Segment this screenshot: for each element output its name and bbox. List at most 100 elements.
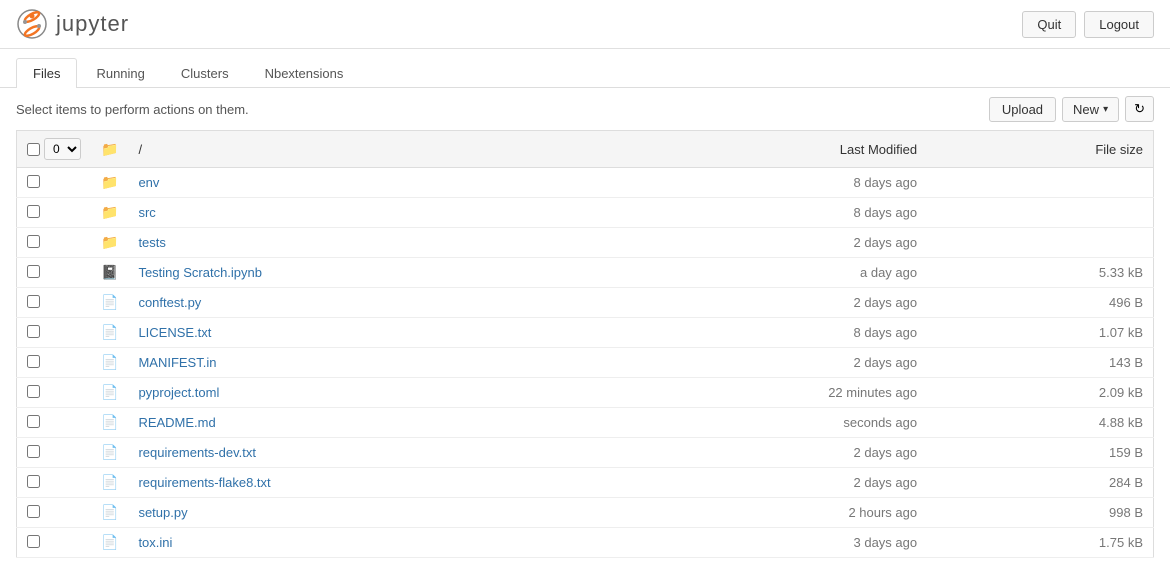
row-checkbox[interactable] (27, 235, 40, 248)
row-checkbox[interactable] (27, 505, 40, 518)
table-row: 📄pyproject.toml22 minutes ago2.09 kB (17, 378, 1154, 408)
breadcrumb-path: / (138, 142, 142, 157)
header: jupyter Quit Logout (0, 0, 1170, 49)
folder-icon: 📁 (101, 234, 118, 250)
col-modified-header[interactable]: Last Modified (559, 131, 927, 168)
upload-button[interactable]: Upload (989, 97, 1056, 122)
logo-text: jupyter (56, 11, 129, 37)
refresh-button[interactable]: ↻ (1125, 96, 1154, 122)
file-icon: 📄 (101, 384, 118, 400)
table-row: 📄 requirements-flake8.txt 2 days ago284 B (17, 468, 1154, 498)
size-label: File size (1095, 142, 1143, 157)
file-icon: 📄 (101, 444, 118, 460)
row-checkbox[interactable] (27, 475, 40, 488)
tab-files[interactable]: Files (16, 58, 77, 88)
file-link[interactable]: requirements-flake8.txt (138, 475, 270, 490)
breadcrumb-folder-icon: 📁 (101, 141, 118, 157)
tab-nbextensions[interactable]: Nbextensions (248, 58, 361, 88)
file-size (927, 168, 1153, 198)
toolbar-right: Upload New ▾ ↻ (989, 96, 1154, 122)
logo: jupyter (16, 8, 129, 40)
notebook-icon: 📓 (101, 264, 118, 280)
file-link[interactable]: LICENSE.txt (138, 325, 211, 340)
sort-size-button[interactable]: File size (1095, 142, 1143, 157)
logout-button[interactable]: Logout (1084, 11, 1154, 38)
file-modified: 2 days ago (559, 468, 927, 498)
row-checkbox[interactable] (27, 535, 40, 548)
row-checkbox[interactable] (27, 445, 40, 458)
file-icon: 📄 (101, 474, 118, 490)
select-all-header: 0 (17, 131, 92, 168)
file-link[interactable]: README.md (138, 415, 215, 430)
file-modified: 8 days ago (559, 198, 927, 228)
select-dropdown[interactable]: 0 (44, 138, 81, 160)
col-size-header[interactable]: File size (927, 131, 1153, 168)
file-tbody: 📁env8 days ago📁src8 days ago📁tests2 days… (17, 168, 1154, 558)
row-checkbox[interactable] (27, 175, 40, 188)
row-checkbox[interactable] (27, 385, 40, 398)
file-link[interactable]: tests (138, 235, 165, 250)
file-list-container: 0 📁 / Last Modified File s (0, 130, 1170, 558)
file-icon: 📄 (101, 324, 118, 340)
file-size (927, 198, 1153, 228)
file-link[interactable]: pyproject.toml (138, 385, 219, 400)
toolbar: Select items to perform actions on them.… (0, 88, 1170, 130)
file-icon: 📄 (101, 504, 118, 520)
file-size: 1.07 kB (927, 318, 1153, 348)
table-row: 📄requirements-dev.txt2 days ago159 B (17, 438, 1154, 468)
file-modified: seconds ago (559, 408, 927, 438)
table-row: 📄setup.py2 hours ago998 B (17, 498, 1154, 528)
file-link[interactable]: Testing Scratch.ipynb (138, 265, 262, 280)
file-modified: 2 hours ago (559, 498, 927, 528)
col-name-header: / (128, 131, 559, 168)
file-modified: 2 days ago (559, 348, 927, 378)
row-checkbox[interactable] (27, 415, 40, 428)
new-button[interactable]: New ▾ (1062, 97, 1119, 122)
file-size: 1.75 kB (927, 528, 1153, 558)
table-row: 📄 MANIFEST.in 2 days ago143 B (17, 348, 1154, 378)
file-link[interactable]: src (138, 205, 155, 220)
file-link[interactable]: env (138, 175, 159, 190)
file-icon: 📄 (101, 534, 118, 550)
file-size: 5.33 kB (927, 258, 1153, 288)
file-modified: 3 days ago (559, 528, 927, 558)
row-checkbox[interactable] (27, 355, 40, 368)
row-checkbox[interactable] (27, 205, 40, 218)
row-checkbox[interactable] (27, 325, 40, 338)
select-message: Select items to perform actions on them. (16, 102, 249, 117)
table-header-row: 0 📁 / Last Modified File s (17, 131, 1154, 168)
folder-breadcrumb-header: 📁 (91, 131, 128, 168)
file-link[interactable]: MANIFEST.in (138, 355, 216, 370)
file-modified: 2 days ago (559, 438, 927, 468)
file-modified: 2 days ago (559, 288, 927, 318)
file-link[interactable]: requirements-dev.txt (138, 445, 256, 460)
row-checkbox[interactable] (27, 265, 40, 278)
tab-clusters[interactable]: Clusters (164, 58, 246, 88)
sort-modified-button[interactable]: Last Modified (840, 142, 917, 157)
new-button-label: New (1073, 102, 1099, 117)
file-size: 284 B (927, 468, 1153, 498)
row-checkbox[interactable] (27, 295, 40, 308)
file-size: 496 B (927, 288, 1153, 318)
file-icon: 📄 (101, 354, 118, 370)
file-link[interactable]: setup.py (138, 505, 187, 520)
tab-running[interactable]: Running (79, 58, 161, 88)
table-row: 📄 LICENSE.txt 8 days ago1.07 kB (17, 318, 1154, 348)
jupyter-logo-icon (16, 8, 48, 40)
table-row: 📁tests2 days ago (17, 228, 1154, 258)
file-modified: 8 days ago (559, 318, 927, 348)
file-size: 143 B (927, 348, 1153, 378)
file-link[interactable]: conftest.py (138, 295, 201, 310)
table-row: 📄 tox.ini 3 days ago1.75 kB (17, 528, 1154, 558)
file-link[interactable]: tox.ini (138, 535, 172, 550)
select-all-checkbox[interactable] (27, 143, 40, 156)
file-icon: 📄 (101, 414, 118, 430)
file-size: 2.09 kB (927, 378, 1153, 408)
table-row: 📁src8 days ago (17, 198, 1154, 228)
file-size: 4.88 kB (927, 408, 1153, 438)
table-row: 📁env8 days ago (17, 168, 1154, 198)
file-icon: 📄 (101, 294, 118, 310)
table-row: 📄 conftest.py 2 days ago496 B (17, 288, 1154, 318)
tabs: Files Running Clusters Nbextensions (0, 49, 1170, 88)
quit-button[interactable]: Quit (1022, 11, 1076, 38)
